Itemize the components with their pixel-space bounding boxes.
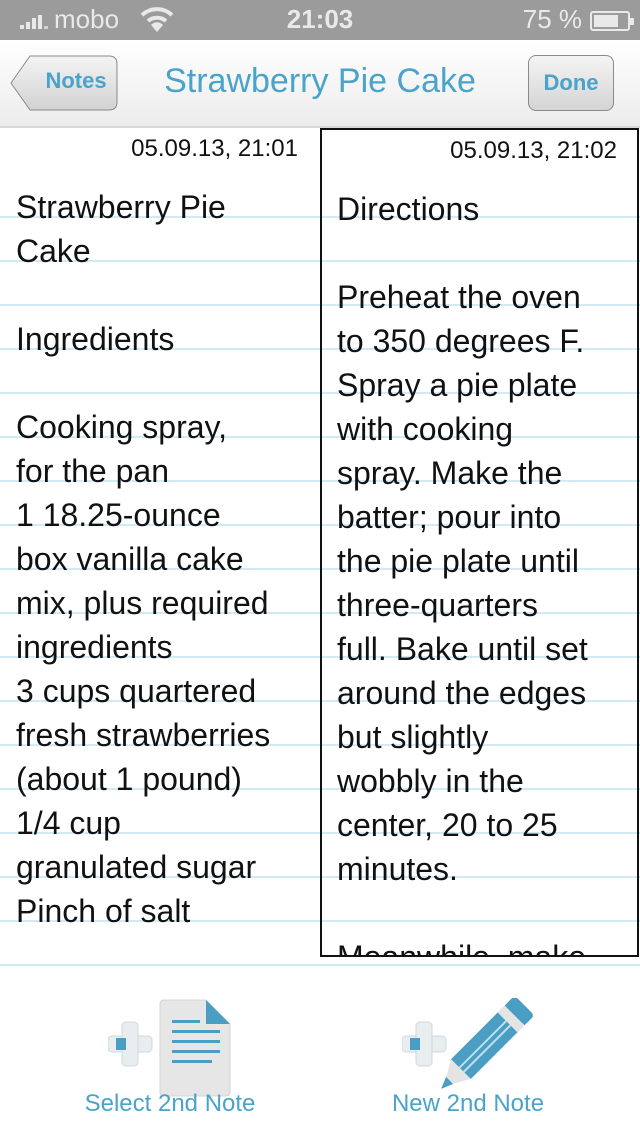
battery-percent: 75 % (522, 4, 582, 34)
battery-fill (594, 15, 618, 27)
new-note-pencil-icon (402, 998, 534, 1089)
select-second-note-button[interactable]: Select 2nd Note (60, 968, 280, 1136)
navigation-bar: Notes Strawberry Pie Cake Done (0, 40, 640, 128)
note-body[interactable]: Strawberry Pie Cake Ingredients Cooking … (16, 185, 316, 933)
select-document-icon (108, 999, 231, 1097)
new-second-note-label: New 2nd Note (391, 1090, 545, 1117)
note-date: 05.09.13, 21:02 (450, 137, 617, 164)
first-note[interactable]: 05.09.13, 21:01 Strawberry Pie Cake Ingr… (0, 130, 320, 960)
battery-nub (630, 18, 634, 25)
ruled-line (0, 964, 640, 966)
done-button[interactable]: Done (528, 55, 614, 111)
status-bar: mobo 21:03 75 % (0, 0, 640, 40)
select-second-note-label: Select 2nd Note (84, 1090, 256, 1117)
bottom-toolbar: Select 2nd Note New 2nd Note (0, 968, 640, 1136)
notes-comparison-area: 05.09.13, 21:01 Strawberry Pie Cake Ingr… (0, 128, 640, 970)
new-second-note-button[interactable]: New 2nd Note (358, 968, 578, 1136)
note-body[interactable]: Directions Preheat the oven to 350 degre… (337, 187, 633, 955)
battery-icon (590, 11, 634, 31)
note-date: 05.09.13, 21:01 (131, 135, 298, 162)
second-note[interactable]: 05.09.13, 21:02 Directions Preheat the o… (320, 128, 639, 957)
